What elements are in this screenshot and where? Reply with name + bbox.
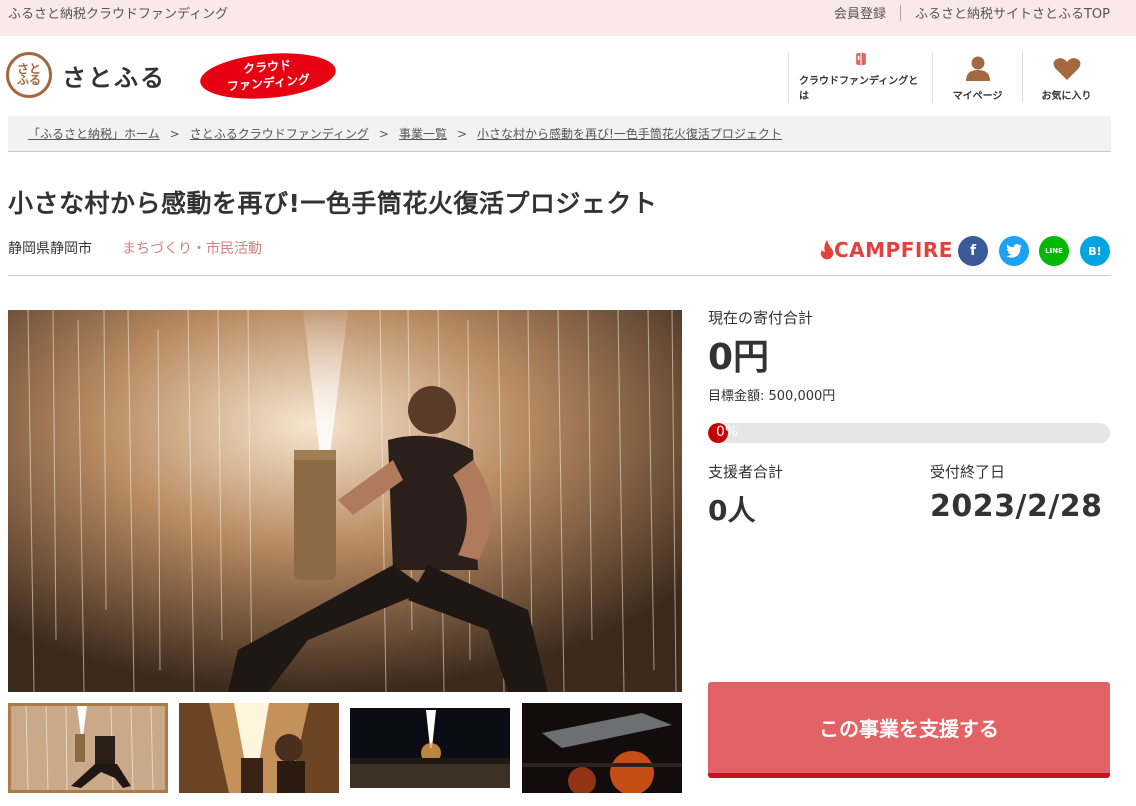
person-icon [965, 56, 990, 81]
nav-about-label: クラウドファンディングとは [799, 76, 919, 102]
campfire-logo[interactable]: CAMPFIRE [820, 238, 953, 262]
thumbnail-image [522, 703, 682, 793]
breadcrumb: 「ふるさと納税」ホーム > さとふるクラウドファンディング > 事業一覧 > 小… [8, 116, 1111, 152]
twitter-icon [1006, 244, 1022, 258]
campfire-label: CAMPFIRE [834, 238, 953, 262]
thumbnail-1[interactable] [8, 703, 168, 793]
nav-about[interactable]: クラウドファンディングとは [788, 52, 932, 102]
register-link[interactable]: 会員登録 [834, 3, 886, 22]
goal-amount: 目標金額: 500,000円 [708, 389, 836, 404]
thumbnail-image [179, 703, 339, 793]
breadcrumb-separator: > [378, 126, 389, 141]
breadcrumb-separator: > [169, 126, 180, 141]
title-divider [8, 275, 1111, 276]
logo-text: さとふる [62, 63, 166, 92]
breadcrumb-projects[interactable]: 事業一覧 [399, 125, 447, 142]
thumbnail-2[interactable] [179, 703, 339, 793]
project-main-image [8, 310, 682, 692]
progress-bar [708, 423, 1110, 443]
thumbnail-image [350, 708, 510, 788]
header-nav: クラウドファンディングとは マイページ お気に入り [788, 52, 1110, 102]
twitter-share-button[interactable] [999, 236, 1029, 266]
header: さと ふる さとふる クラウド ファンディング クラウドファンディングとは マイ… [0, 36, 1136, 116]
logo-mark: さと ふる [6, 52, 52, 98]
nav-favorites[interactable]: お気に入り [1022, 52, 1110, 102]
support-project-button[interactable]: この事業を支援する [708, 682, 1110, 778]
thumbnail-3[interactable] [350, 708, 510, 788]
hatena-icon: B! [1088, 244, 1102, 258]
deadline-label: 受付終了日 [930, 463, 1006, 481]
heart-icon [1053, 58, 1080, 80]
line-icon: LINE [1045, 247, 1063, 255]
flame-icon [820, 240, 834, 260]
thumbnail-4[interactable] [522, 703, 682, 793]
crowdfunding-badge[interactable]: クラウド ファンディング [198, 48, 338, 104]
satofull-logo[interactable]: さと ふる さとふる [6, 52, 166, 98]
project-location: 静岡県静岡市 [8, 241, 92, 257]
nav-mypage-label: マイページ [952, 91, 1003, 102]
page-title: 小さな村から感動を再び!一色手筒花火復活プロジェクト [8, 189, 658, 218]
supporters-label: 支援者合計 [708, 463, 784, 481]
line-share-button[interactable]: LINE [1039, 236, 1069, 266]
hatena-bookmark-button[interactable]: B! [1080, 236, 1110, 266]
top-strip: ふるさと納税クラウドファンディング 会員登録 ふるさと納税サイトさとふるTOP [0, 0, 1136, 36]
top-links: 会員登録 ふるさと納税サイトさとふるTOP [834, 3, 1110, 22]
progress-percent: 0% [716, 424, 739, 440]
facebook-icon: f [969, 243, 977, 259]
supporters-count: 0人 [708, 494, 756, 527]
site-name: ふるさと納税クラウドファンディング [8, 7, 229, 22]
link-divider [899, 4, 901, 21]
fireworks-photo [8, 310, 682, 692]
site-top-link[interactable]: ふるさと納税サイトさとふるTOP [915, 3, 1110, 22]
thumbnail-image [11, 706, 165, 790]
current-total-label: 現在の寄付合計 [708, 309, 814, 327]
nav-favorites-label: お気に入り [1041, 91, 1092, 102]
deadline-date: 2023/2/28 [930, 489, 1103, 524]
breadcrumb-current[interactable]: 小さな村から感動を再び!一色手筒花火復活プロジェクト [477, 125, 782, 142]
breadcrumb-crowdfunding[interactable]: さとふるクラウドファンディング [190, 125, 369, 142]
breadcrumb-separator: > [456, 126, 468, 141]
facebook-share-button[interactable]: f [958, 236, 988, 266]
nav-mypage[interactable]: マイページ [932, 52, 1022, 102]
breadcrumb-home[interactable]: 「ふるさと納税」ホーム [28, 125, 160, 142]
current-total-amount: 0円 [708, 337, 770, 378]
project-category[interactable]: まちづくり・市民活動 [122, 238, 262, 258]
book-icon [855, 52, 866, 66]
